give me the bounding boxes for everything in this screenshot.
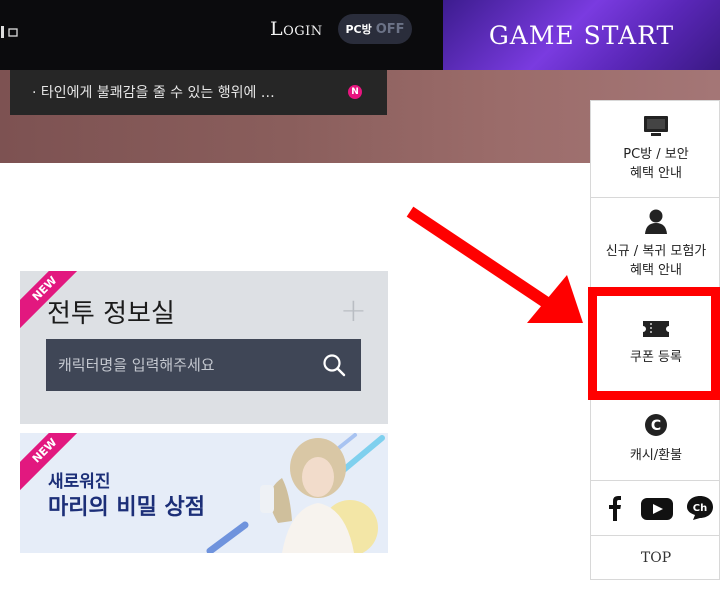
- newcomer-label: 신규 / 복귀 모험가: [605, 244, 707, 259]
- youtube-icon[interactable]: [641, 497, 673, 521]
- notice-text[interactable]: · 타인에게 불쾌감을 줄 수 있는 행위에 …: [32, 82, 275, 102]
- pcbang-label: PC방: [345, 23, 372, 36]
- pcbang-toggle[interactable]: PC방 OFF: [338, 14, 412, 44]
- mari-shop-title: 마리의 비밀 상점: [48, 495, 205, 520]
- game-start-button[interactable]: GAME START: [443, 0, 720, 70]
- facebook-icon[interactable]: [605, 495, 625, 521]
- search-icon[interactable]: [321, 352, 347, 378]
- login-link[interactable]: Login: [270, 18, 323, 40]
- new-badge: N: [348, 85, 362, 99]
- character-search-input[interactable]: [46, 339, 306, 391]
- notice-box[interactable]: · 타인에게 불쾌감을 줄 수 있는 행위에 … N: [10, 70, 387, 115]
- cash-label: 캐시/환불: [629, 448, 683, 463]
- quick-item-pc-security[interactable]: PC방 / 보안 혜택 안내: [591, 101, 720, 198]
- pc-security-sublabel: 혜택 안내: [630, 166, 682, 181]
- scroll-top-button[interactable]: TOP: [591, 537, 720, 579]
- highlight-box-annotation: [588, 287, 720, 400]
- battle-info-title[interactable]: 전투 정보실: [47, 293, 175, 330]
- plus-icon[interactable]: +: [340, 291, 367, 329]
- top-bar: Login PC방 OFF GAME START: [0, 0, 720, 70]
- kakao-channel-icon[interactable]: Ch: [686, 495, 714, 521]
- pc-security-label: PC방 / 보안: [623, 147, 689, 162]
- quick-item-cash[interactable]: C 캐시/환불: [591, 393, 720, 481]
- monitor-icon: [644, 116, 668, 136]
- character-search: [46, 339, 361, 391]
- window-icon[interactable]: [0, 22, 20, 40]
- quick-item-newcomer[interactable]: 신규 / 복귀 모험가 혜택 안내: [591, 198, 720, 288]
- user-icon: [645, 209, 667, 234]
- svg-text:Ch: Ch: [693, 503, 707, 514]
- newcomer-sublabel: 혜택 안내: [630, 263, 682, 278]
- pcbang-status: OFF: [375, 21, 405, 37]
- svg-text:C: C: [651, 418, 661, 434]
- mari-shop-banner[interactable]: NEW 새로워진 마리의 비밀 상점: [20, 433, 388, 553]
- social-links: Ch: [591, 481, 720, 536]
- cash-coin-icon: C: [645, 414, 667, 436]
- battle-info-card: NEW 전투 정보실 +: [20, 271, 388, 424]
- red-arrow-annotation: [406, 206, 583, 323]
